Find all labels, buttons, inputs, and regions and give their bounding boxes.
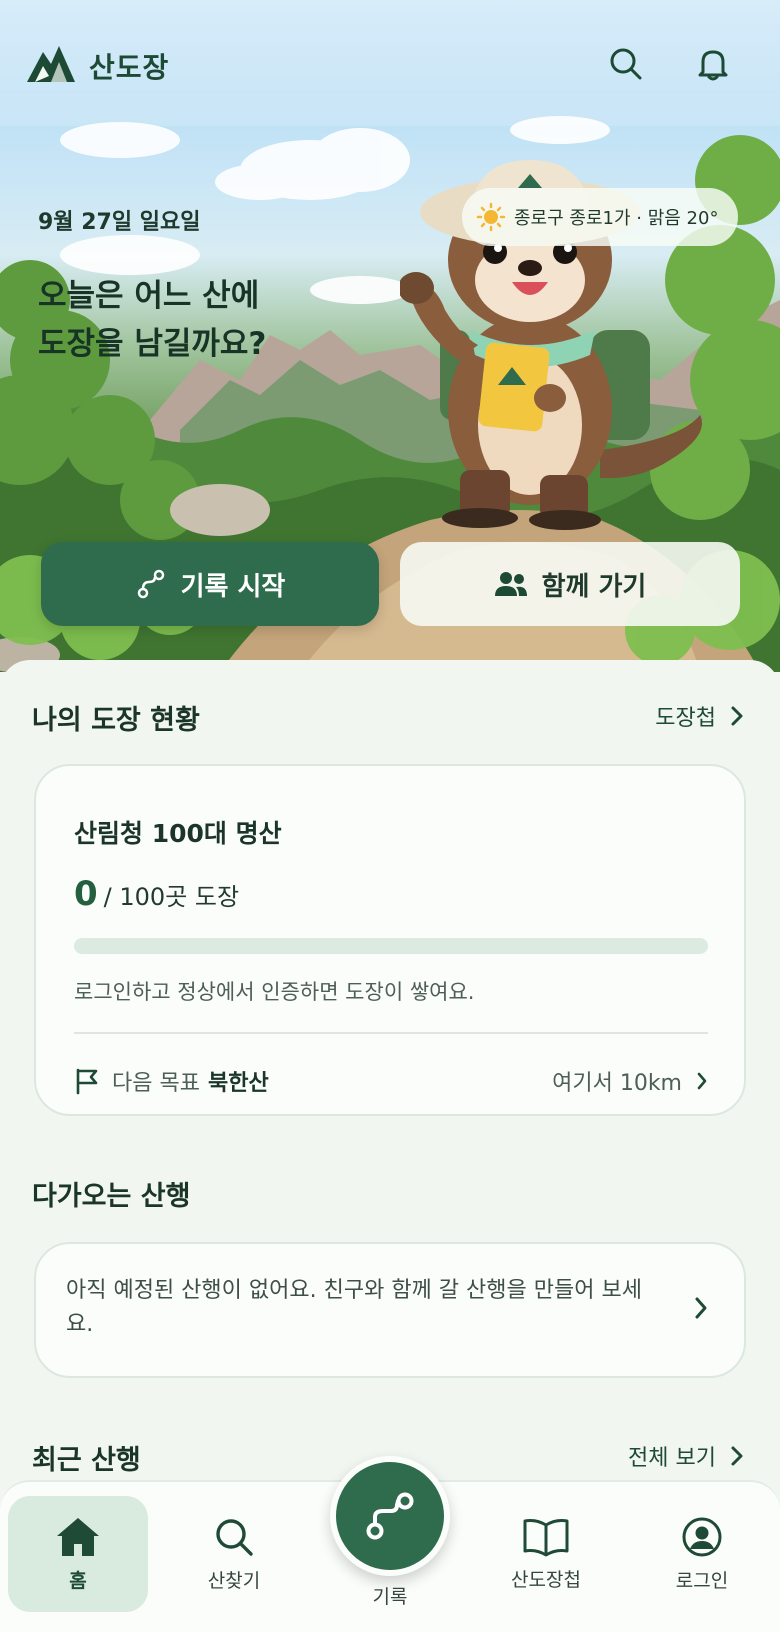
stamp-status-card[interactable]: 산림청 100대 명산 0 / 100곳 도장 로그인하고 정상에서 인증하면 … bbox=[34, 764, 746, 1116]
nav-record-label: 기록 bbox=[372, 1586, 408, 1608]
search-icon bbox=[216, 1518, 253, 1556]
hero-date: 9월 27일 일요일 bbox=[38, 210, 201, 235]
search-button[interactable] bbox=[602, 40, 650, 88]
stamp-count-total: / 100곳 도장 bbox=[103, 883, 240, 911]
stamp-book-link-label: 도장첩 bbox=[655, 706, 716, 731]
stamp-status-title: 나의 도장 현황 bbox=[32, 705, 200, 736]
hero-title-line1: 오늘은 어느 산에 bbox=[38, 278, 260, 314]
flag-icon bbox=[76, 1068, 98, 1095]
upcoming-empty-text: 아직 예정된 산행이 없어요. 친구와 함께 갈 산행을 만들어 보세요. bbox=[66, 1278, 642, 1337]
stamp-book-link[interactable]: 도장첩 bbox=[655, 700, 744, 732]
nav-find-mountain[interactable]: 산찾기 bbox=[164, 1496, 304, 1612]
weather-text: 종로구 종로1가 · 맑음 20° bbox=[514, 208, 719, 229]
record-fab-button[interactable] bbox=[330, 1456, 450, 1576]
nav-book-label: 산도장첩 bbox=[511, 1568, 581, 1591]
stamp-count-number: 0 bbox=[74, 874, 98, 914]
nav-find-label: 산찾기 bbox=[207, 1569, 261, 1592]
search-icon bbox=[610, 48, 642, 80]
mountain-logo-icon bbox=[27, 46, 75, 82]
weather-chip: 종로구 종로1가 · 맑음 20° bbox=[462, 188, 739, 246]
view-all-label: 전체 보기 bbox=[628, 1446, 716, 1471]
bell-icon bbox=[698, 50, 728, 81]
nav-home-label: 홈 bbox=[69, 1569, 87, 1592]
user-circle-icon bbox=[682, 1517, 722, 1556]
stamp-card-note: 로그인하고 정상에서 인증하면 도장이 쌓여요. bbox=[74, 980, 475, 1004]
group-icon bbox=[494, 572, 527, 596]
top-bar: 산도장 bbox=[0, 0, 780, 126]
stamp-progress-bar bbox=[74, 938, 708, 954]
recent-title: 최근 산행 bbox=[32, 1445, 141, 1476]
stamp-card-title: 산림청 100대 명산 bbox=[74, 819, 282, 848]
start-record-label: 기록 시작 bbox=[180, 571, 286, 602]
chevron-right-icon bbox=[731, 1446, 743, 1466]
next-goal-mountain: 북한산 bbox=[207, 1071, 269, 1096]
next-goal-distance: 여기서 10km bbox=[552, 1065, 708, 1097]
next-goal-row[interactable]: 다음 목표 북한산 여기서 10km bbox=[74, 1046, 708, 1116]
home-icon bbox=[57, 1517, 99, 1556]
sun-icon bbox=[476, 202, 506, 232]
go-together-label: 함께 가기 bbox=[541, 571, 647, 602]
nav-stamp-book[interactable]: 산도장첩 bbox=[476, 1496, 616, 1612]
next-goal-label: 다음 목표 bbox=[112, 1071, 200, 1096]
route-icon bbox=[366, 1492, 414, 1540]
hero-title-line2: 도장을 남길까요? bbox=[38, 326, 267, 362]
notification-button[interactable] bbox=[689, 40, 737, 88]
chevron-right-icon bbox=[695, 1297, 707, 1319]
upcoming-title: 다가오는 산행 bbox=[32, 1181, 191, 1212]
view-all-link[interactable]: 전체 보기 bbox=[628, 1440, 744, 1472]
nav-login[interactable]: 로그인 bbox=[632, 1496, 772, 1612]
app-title: 산도장 bbox=[89, 51, 170, 84]
nav-login-label: 로그인 bbox=[675, 1569, 729, 1592]
divider bbox=[74, 1032, 708, 1034]
nav-home[interactable]: 홈 bbox=[8, 1496, 148, 1612]
hero-title: 오늘은 어느 산에 도장을 남길까요? bbox=[38, 272, 338, 368]
route-icon bbox=[137, 569, 164, 599]
start-record-button[interactable]: 기록 시작 bbox=[41, 542, 379, 626]
go-together-button[interactable]: 함께 가기 bbox=[400, 542, 740, 626]
stamp-count: 0 / 100곳 도장 bbox=[74, 874, 239, 914]
chevron-right-icon bbox=[731, 706, 743, 726]
hero-banner: 산도장 9월 27일 일요일 오늘은 어느 산에 도장을 남길까요? 종로구 종… bbox=[0, 0, 780, 672]
chevron-right-icon bbox=[697, 1072, 707, 1090]
next-goal-distance-text: 여기서 10km bbox=[552, 1071, 682, 1096]
upcoming-empty-card[interactable]: 아직 예정된 산행이 없어요. 친구와 함께 갈 산행을 만들어 보세요. bbox=[34, 1242, 746, 1378]
open-book-icon bbox=[523, 1518, 569, 1556]
